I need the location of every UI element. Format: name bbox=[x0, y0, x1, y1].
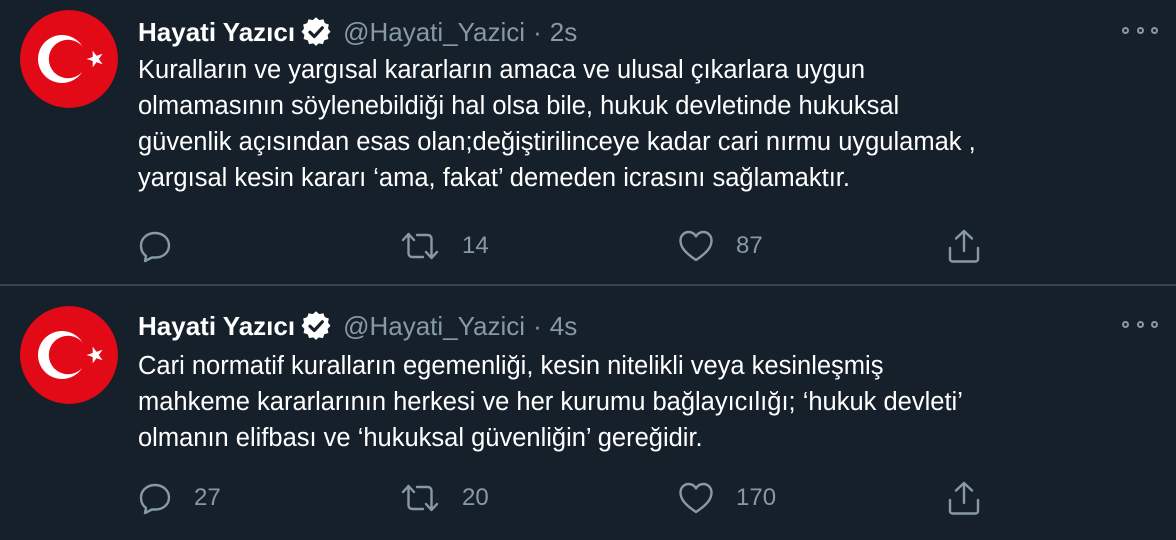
turkish-flag-icon bbox=[20, 10, 118, 108]
tweet[interactable]: Hayati Yazıcı @Hayati_Yazici · 2s Kurall… bbox=[0, 0, 1176, 284]
more-dot bbox=[1136, 320, 1144, 328]
tweet-timestamp[interactable]: 4s bbox=[550, 311, 577, 342]
author-name[interactable]: Hayati Yazıcı bbox=[138, 17, 295, 48]
tweet-text-line: güvenlik açısından esas olan;değiştirili… bbox=[138, 128, 976, 156]
share-icon bbox=[948, 229, 980, 263]
like-button[interactable]: 87 bbox=[678, 226, 763, 266]
header-separator: · bbox=[533, 310, 542, 341]
tweet-text-line: yargısal kesin kararı ‘ama, fakat’ demed… bbox=[138, 164, 850, 192]
tweet-timestamp[interactable]: 2s bbox=[550, 17, 577, 48]
more-dot bbox=[1136, 26, 1144, 34]
more-dot bbox=[1122, 320, 1129, 328]
share-button[interactable] bbox=[946, 478, 982, 518]
retweet-count: 20 bbox=[462, 484, 489, 511]
retweet-button[interactable]: 20 bbox=[400, 478, 489, 518]
tweet-text-line: olmanın elifbası ve ‘hukuksal güvenliğin… bbox=[138, 424, 703, 452]
tweet-text-line: olmamasının söylenebildiği hal olsa bile… bbox=[138, 92, 900, 120]
more-dot bbox=[1151, 26, 1158, 34]
retweet-icon bbox=[401, 484, 439, 512]
tweet-text-line: Kuralların ve yargısal kararların amaca … bbox=[138, 56, 866, 84]
retweet-icon bbox=[401, 232, 439, 260]
avatar[interactable] bbox=[20, 306, 118, 404]
reply-icon bbox=[139, 483, 171, 515]
tweet-header: Hayati Yazıcı @Hayati_Yazici · 2s bbox=[138, 14, 577, 50]
tweet-text: Kuralların ve yargısal kararların amaca … bbox=[138, 52, 1138, 196]
verified-badge-icon bbox=[301, 17, 331, 47]
author-name[interactable]: Hayati Yazıcı bbox=[138, 311, 295, 342]
heart-icon bbox=[679, 230, 713, 262]
tweet-actions: 27 20 170 bbox=[138, 478, 998, 518]
like-count: 170 bbox=[736, 484, 777, 511]
retweet-count: 14 bbox=[462, 232, 489, 259]
more-dot bbox=[1122, 26, 1129, 34]
tweet-actions: 14 87 bbox=[138, 226, 998, 266]
avatar[interactable] bbox=[20, 10, 118, 108]
more-options-icon[interactable] bbox=[1122, 312, 1158, 336]
tweet-text-line: Cari normatif kuralların egemenliği, kes… bbox=[138, 352, 884, 380]
like-count: 87 bbox=[736, 232, 763, 259]
header-separator: · bbox=[533, 16, 542, 47]
author-handle[interactable]: @Hayati_Yazici bbox=[343, 311, 525, 342]
verified-badge-icon bbox=[301, 311, 331, 341]
like-button[interactable]: 170 bbox=[678, 478, 776, 518]
share-icon bbox=[948, 481, 980, 515]
tweet-text-line: mahkeme kararlarının herkesi ve her kuru… bbox=[138, 388, 963, 416]
reply-button[interactable] bbox=[138, 226, 194, 266]
reply-button[interactable]: 27 bbox=[138, 478, 221, 518]
heart-icon bbox=[679, 482, 713, 514]
tweet[interactable]: Hayati Yazıcı @Hayati_Yazici · 4s Cari n… bbox=[0, 286, 1176, 540]
author-handle[interactable]: @Hayati_Yazici bbox=[343, 17, 525, 48]
more-options-icon[interactable] bbox=[1122, 18, 1158, 42]
tweet-text: Cari normatif kuralların egemenliği, kes… bbox=[138, 348, 1138, 456]
tweet-header: Hayati Yazıcı @Hayati_Yazici · 4s bbox=[138, 308, 577, 344]
turkish-flag-icon bbox=[20, 306, 118, 404]
reply-count: 27 bbox=[194, 484, 221, 511]
reply-icon bbox=[139, 231, 171, 263]
more-dot bbox=[1151, 320, 1158, 328]
retweet-button[interactable]: 14 bbox=[400, 226, 489, 266]
tweet-feed: Hayati Yazıcı @Hayati_Yazici · 2s Kurall… bbox=[0, 0, 1176, 538]
share-button[interactable] bbox=[946, 226, 982, 266]
